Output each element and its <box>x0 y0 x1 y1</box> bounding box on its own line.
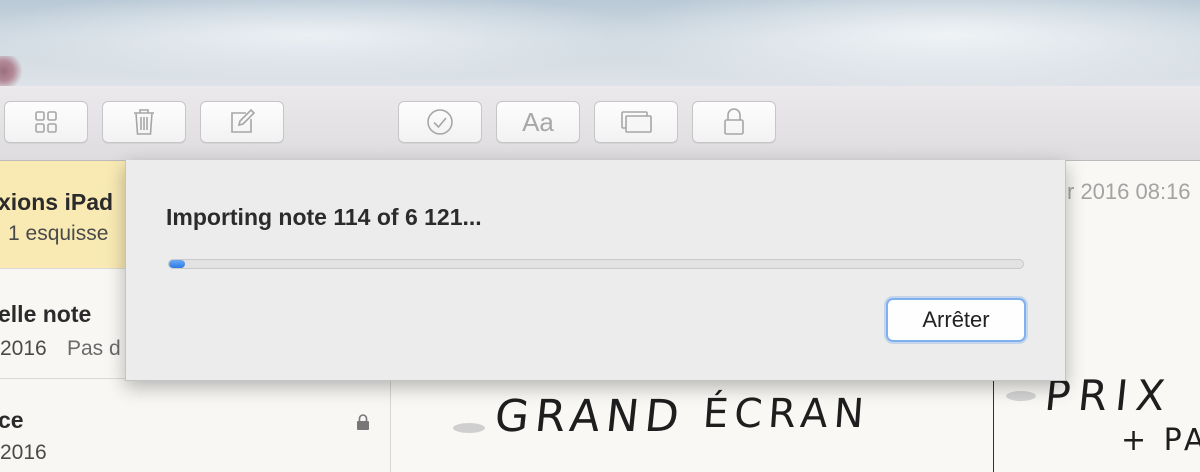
list-item[interactable]: ce 2016 <box>0 379 390 472</box>
import-progress-bar <box>168 259 1024 269</box>
attachments-button[interactable] <box>594 101 678 143</box>
cloud <box>0 0 660 80</box>
blossom-decoration <box>0 56 24 86</box>
note-subtitle: 1 esquisse <box>8 222 109 245</box>
import-progress-sheet: Importing note 114 of 6 121... Arrêter <box>125 160 1066 381</box>
handwriting-text: + PA <box>1121 423 1200 458</box>
note-title: elle note <box>0 301 92 327</box>
cloud <box>600 0 1200 86</box>
desktop-background <box>0 0 1200 86</box>
lock-icon <box>722 107 746 137</box>
grid-icon <box>33 109 59 135</box>
note-date-header: r 2016 08:16 <box>1067 179 1191 204</box>
gallery-icon <box>619 109 653 135</box>
trash-icon <box>131 107 157 137</box>
stop-button[interactable]: Arrêter <box>886 298 1026 342</box>
lock-icon <box>356 413 370 436</box>
checklist-button[interactable] <box>398 101 482 143</box>
import-status-text: Importing note 114 of 6 121... <box>166 204 482 230</box>
note-title: xions iPad <box>0 189 114 215</box>
new-note-button[interactable] <box>200 101 284 143</box>
gallery-view-button[interactable] <box>4 101 88 143</box>
handwriting-text: ÉCRAN <box>701 391 872 437</box>
checkmark-circle-icon <box>425 107 455 137</box>
lock-note-button[interactable] <box>692 101 776 143</box>
delete-button[interactable] <box>102 101 186 143</box>
format-button[interactable]: Aa <box>496 101 580 143</box>
font-icon: Aa <box>522 106 554 137</box>
note-preview: Pas d <box>67 337 121 360</box>
notes-window: Aa xions iPad 1 esquisse elle note 2016 … <box>0 86 1200 472</box>
compose-icon <box>228 108 256 136</box>
note-date: 2016 <box>0 337 47 360</box>
note-title: ce <box>0 407 24 433</box>
handwriting-text: GRAND <box>492 391 688 442</box>
eraser-smudge <box>1006 391 1036 401</box>
eraser-smudge <box>453 423 485 433</box>
toolbar: Aa <box>0 86 1200 161</box>
progress-fill <box>169 260 185 268</box>
note-date: 2016 <box>0 441 47 464</box>
